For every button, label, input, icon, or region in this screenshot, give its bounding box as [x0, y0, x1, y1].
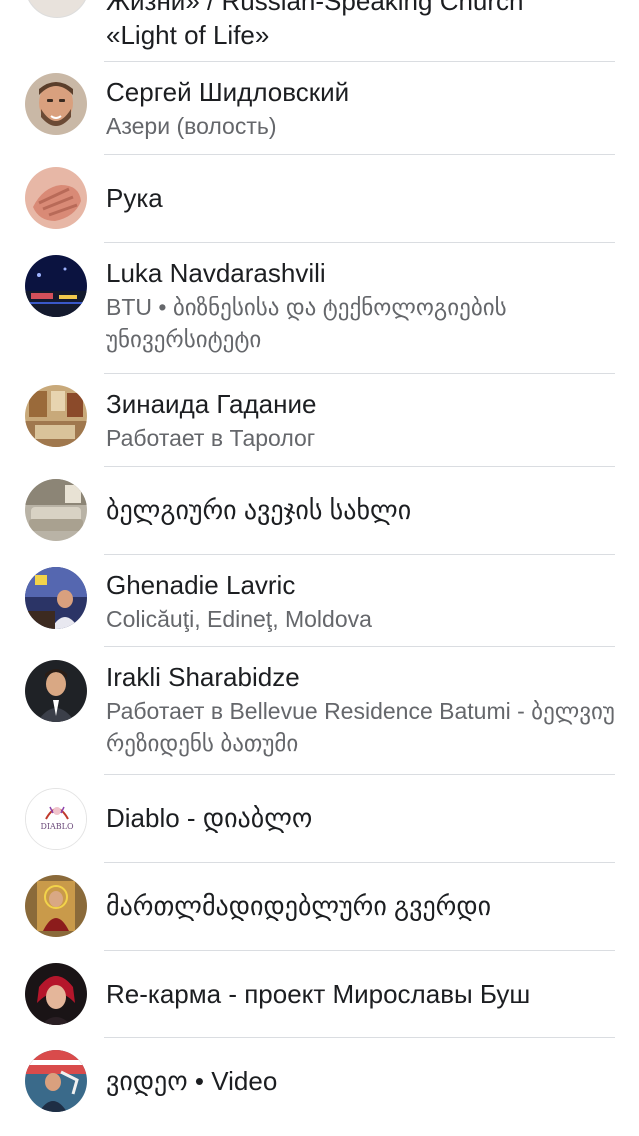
avatar: DIABLO: [25, 788, 87, 850]
item-name: Diablo - დიაბლო: [106, 803, 313, 833]
list-item[interactable]: Irakli Sharabidze Работает в Bellevue Re…: [0, 647, 639, 774]
item-name: Сергей Шидловский: [106, 77, 350, 107]
list-item[interactable]: ბელგიური ავეჯის სახლი: [0, 467, 639, 554]
item-name: Рука: [106, 183, 163, 213]
item-name: Жизни» / Russian-Speaking Church «Light …: [106, 0, 524, 50]
item-subtitle: Азери (волость): [106, 113, 277, 139]
item-name: ბელგიური ავეჯის სახლი: [106, 495, 412, 525]
list-item[interactable]: Рука: [0, 155, 639, 242]
item-name: Irakli Sharabidze: [106, 662, 300, 692]
item-name: Ghenadie Lavric: [106, 570, 296, 600]
list-item[interactable]: ვიდეო • Video: [0, 1038, 639, 1136]
avatar: [25, 167, 87, 229]
avatar: [25, 479, 87, 541]
list-item[interactable]: Re-карма - проект Мирославы Буш: [0, 951, 639, 1038]
avatar: [25, 963, 87, 1025]
item-subtitle: Colicăuţi, Edineţ, Moldova: [106, 606, 372, 632]
avatar: [25, 385, 87, 447]
avatar: [25, 1050, 87, 1112]
avatar: [25, 660, 87, 722]
list-item[interactable]: Жизни» / Russian-Speaking Church «Light …: [0, 0, 639, 62]
avatar: [25, 875, 87, 937]
list-item[interactable]: Сергей Шидловский Азери (волость): [0, 62, 639, 154]
item-name: მართლმადიდებლური გვერდი: [106, 891, 492, 921]
item-name: ვიდეო • Video: [106, 1066, 278, 1096]
avatar: [25, 73, 87, 135]
list-item[interactable]: მართლმადიდებლური გვერდი: [0, 863, 639, 950]
avatar: [25, 0, 89, 18]
avatar: [25, 567, 87, 629]
list-item[interactable]: DIABLO Diablo - დიაბლო: [0, 775, 639, 862]
list-item[interactable]: Зинаида Гадание Работает в Таролог: [0, 374, 639, 466]
diablo-logo-text: DIABLO: [40, 822, 74, 831]
item-subtitle: Работает в Таролог: [106, 425, 316, 451]
item-subtitle: Работает в Bellevue Residence Batumi - ბ…: [106, 698, 615, 756]
item-subtitle: BTU • ბიზნესისა და ტექნოლოგიების უნივერს…: [106, 294, 507, 352]
item-name: Luka Navdarashvili: [106, 258, 326, 288]
item-name: Зинаида Гадание: [106, 389, 317, 419]
list-item[interactable]: Ghenadie Lavric Colicăuţi, Edineţ, Moldo…: [0, 555, 639, 647]
avatar: [25, 255, 87, 317]
list-item[interactable]: Luka Navdarashvili BTU • ბიზნესისა და ტე…: [0, 243, 639, 373]
item-name: Re-карма - проект Мирославы Буш: [106, 979, 531, 1009]
